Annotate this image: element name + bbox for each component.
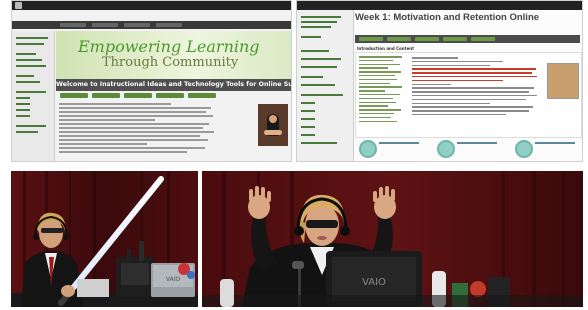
weekly-introduction [412,57,542,118]
course-nav-bar [12,21,291,29]
course-banner: Empowering Learning Through Community [56,31,291,79]
week-title: Week 1: Motivation and Retention Online [355,12,540,23]
media-icon [437,140,455,158]
course-sidebar [297,10,354,161]
nav-tab [60,23,86,27]
instructor-video-thumbnail [258,104,288,146]
banner-line-1: Empowering Learning [78,37,260,56]
week-page-screenshot: Week 1: Motivation and Retention Online … [296,0,583,162]
welcome-body-text [59,103,219,159]
media-caption [535,142,575,144]
lms-logo-icon [15,2,22,9]
browser-top-bar [12,1,291,10]
nav-tab [124,23,150,27]
laptop-brand-label: VAIO [362,277,386,288]
media-caption [457,142,497,144]
welcome-heading: Welcome to Instructional Ideas and Techn… [56,79,291,91]
browser-top-bar [297,1,582,10]
week-nav-bar [355,35,580,43]
media-icon [359,140,377,158]
presenter-photo-right: VAIO [202,171,583,307]
instructor-photo [547,63,579,99]
section-heading: Introduction and Content [357,46,415,51]
nav-tab [156,23,182,27]
presenter-photo-left: VAIO [11,171,198,307]
course-homepage-screenshot: Empowering Learning Through Community We… [11,0,292,162]
course-sidebar [12,31,55,161]
module-buttons [56,93,291,99]
nav-tab [92,23,118,27]
week-content-box [355,52,582,138]
laptop-brand-label: VAIO [166,276,181,283]
media-icon [515,140,533,158]
reading-list [359,56,407,124]
banner-line-2: Through Community [102,55,239,70]
media-caption [379,142,419,144]
